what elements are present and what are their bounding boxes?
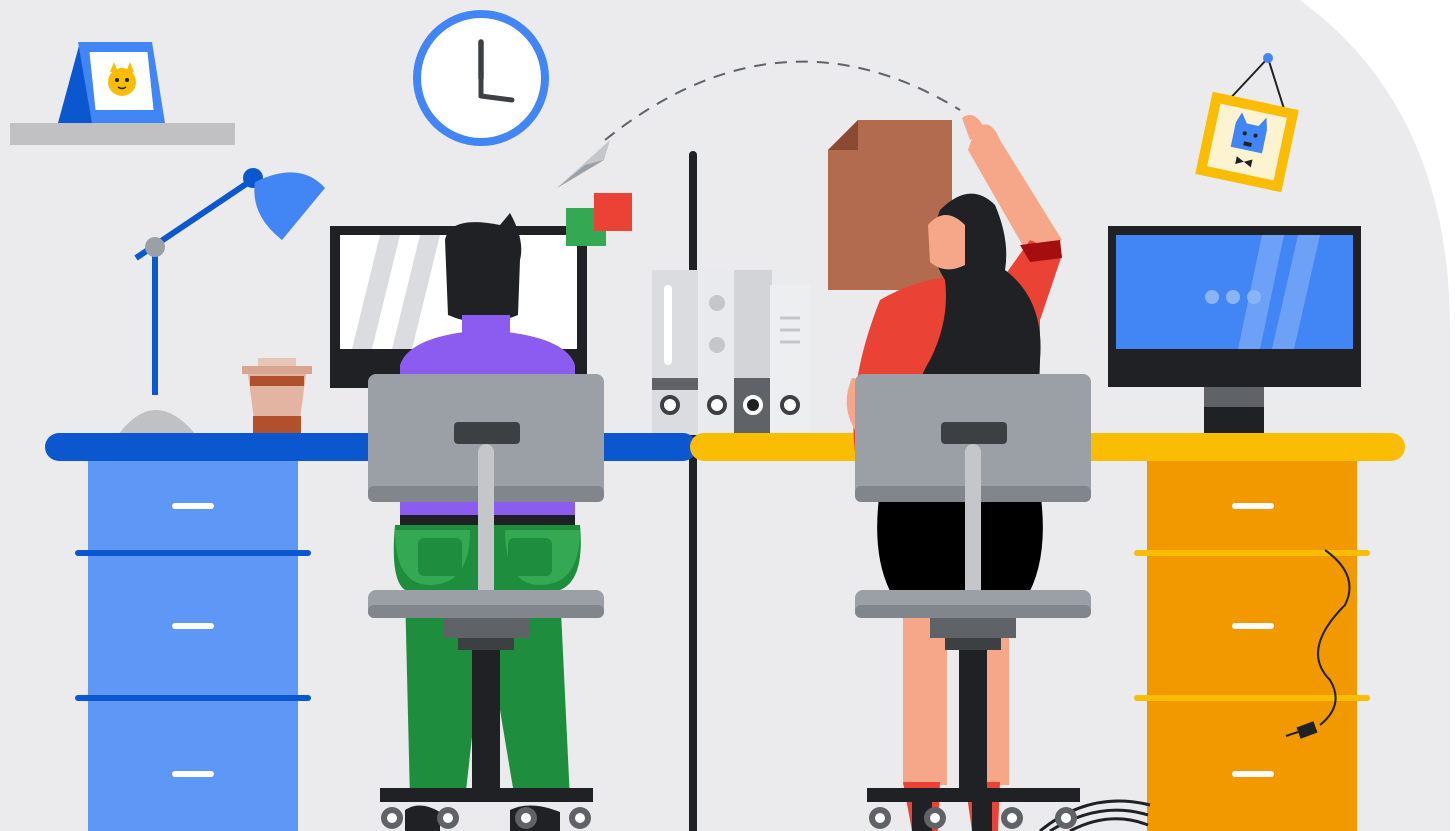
- office-illustration: [0, 0, 1450, 831]
- shelf: [10, 123, 235, 145]
- binders-icon: [652, 270, 810, 435]
- left-drawer-cabinet: [75, 461, 311, 831]
- wall-clock-icon: [413, 10, 549, 146]
- right-drawer-cabinet: [1134, 461, 1370, 831]
